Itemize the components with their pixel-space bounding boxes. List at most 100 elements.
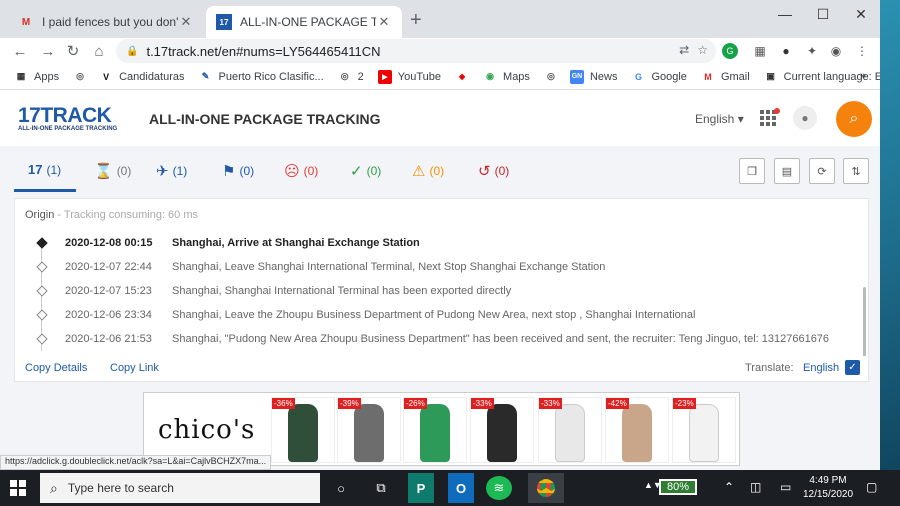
grammarly-icon[interactable]: G	[722, 43, 738, 59]
check-icon: ✓	[350, 163, 363, 180]
notifications-icon[interactable]: ▢	[866, 480, 877, 494]
active-tab-indicator	[14, 189, 76, 192]
translate-page-icon[interactable]: ⇄	[679, 43, 689, 57]
bookmark-star-icon[interactable]: ☆	[697, 43, 708, 57]
17track-logo[interactable]: 17TRACK ALL-IN-ONE PACKAGE TRACKING	[18, 104, 117, 132]
cortana-icon[interactable]: ○	[323, 473, 359, 503]
collapse-button[interactable]: ⇅	[843, 158, 869, 184]
menu-icon[interactable]: ⋮	[852, 41, 872, 61]
discount-badge: -39%	[338, 398, 361, 409]
new-tab-button[interactable]: +	[410, 9, 422, 32]
discount-badge: -33%	[471, 398, 494, 409]
translate-checkbox[interactable]: ✓	[845, 360, 860, 375]
user-icon[interactable]: ●	[793, 106, 817, 130]
event-description: Shanghai, Leave the Zhoupu Business Depa…	[172, 309, 696, 321]
webcam-icon[interactable]: ◫	[750, 480, 761, 494]
bookmark-gmail[interactable]: M Gmail	[701, 70, 749, 84]
copy-link-link[interactable]: Copy Link	[110, 362, 159, 374]
globe-icon: ◎	[547, 71, 555, 81]
home-icon[interactable]: ⌂	[89, 41, 109, 61]
discount-badge: -26%	[404, 398, 427, 409]
timeline-marker	[36, 309, 48, 321]
copy-icon: ❐	[747, 165, 757, 178]
bookmark-news[interactable]: GN News	[569, 69, 617, 84]
bookmark-puerto-rico[interactable]: ✎ Puerto Rico Clasific...	[199, 70, 324, 84]
event-description: Shanghai, Arrive at Shanghai Exchange St…	[172, 237, 420, 249]
lock-icon: 🔒	[126, 45, 139, 57]
ad-product[interactable]: -33%	[538, 397, 602, 463]
bookmark-2[interactable]: ◎ 2	[338, 70, 364, 84]
v-icon: V	[103, 71, 110, 82]
tracking-event: 2020-12-06 23:34 Shanghai, Leave the Zho…	[15, 303, 855, 327]
reload-icon[interactable]: ↻	[63, 41, 83, 61]
tracking-event: 2020-12-06 21:53 Shanghai, "Pudong New A…	[15, 327, 855, 351]
close-icon[interactable]: ✕	[842, 0, 880, 28]
browser-window: M I paid fences but you don't send ✕ 17 …	[0, 0, 880, 470]
back-icon[interactable]: ←	[10, 41, 30, 61]
tab-expired[interactable]: ↺ (0)	[478, 162, 509, 180]
track-search-button[interactable]: ⌕	[836, 101, 872, 137]
taskbar-search-input[interactable]: ⌕ Type here to search	[40, 473, 320, 503]
chrome-icon[interactable]	[528, 473, 564, 503]
tab-all[interactable]: 17 (1)	[28, 162, 61, 177]
bookmark-candidaturas[interactable]: V Candidaturas	[99, 70, 184, 84]
tab-gmail[interactable]: M I paid fences but you don't send ✕	[8, 6, 204, 38]
tab-delivered[interactable]: ✓ (0)	[350, 162, 381, 180]
battery-indicator[interactable]: 80%	[659, 479, 697, 495]
taskbar-clock[interactable]: 4:49 PM 12/15/2020	[800, 474, 856, 502]
google-icon: G	[634, 71, 642, 82]
event-time: 2020-12-08 00:15	[65, 237, 153, 249]
profile-icon[interactable]: ◉	[826, 41, 846, 61]
tab-in-transit[interactable]: ✈ (1)	[156, 162, 187, 180]
product-image	[288, 404, 318, 462]
timeline-marker	[36, 261, 48, 273]
task-view-icon[interactable]: ⧉	[363, 473, 399, 503]
bookmark-apps[interactable]: ▦ Apps	[14, 70, 59, 84]
tray-chevron-icon[interactable]: ⌃	[724, 480, 734, 494]
translate-language-selector[interactable]: English	[803, 362, 839, 374]
spotify-icon[interactable]: ≋	[486, 476, 512, 500]
windows-start-icon[interactable]	[10, 480, 26, 496]
language-selector[interactable]: English ▾	[695, 112, 744, 126]
outlook-icon[interactable]: O	[448, 473, 474, 503]
tab-title: ALL-IN-ONE PACKAGE TRACKING	[240, 15, 376, 29]
refresh-button[interactable]: ⟳	[809, 158, 835, 184]
product-image	[555, 404, 585, 462]
ad-product[interactable]: -39%	[337, 397, 401, 463]
maximize-icon[interactable]: ☐	[804, 0, 842, 28]
17-icon: 17	[28, 162, 43, 177]
tab-pick-up[interactable]: ⚑ (0)	[222, 162, 254, 180]
apps-icon: ▦	[16, 71, 26, 81]
paste-button[interactable]: ▤	[774, 158, 800, 184]
puzzle-icon[interactable]: ✦	[802, 41, 822, 61]
close-tab-icon[interactable]: ✕	[376, 14, 392, 30]
copy-button[interactable]: ❐	[739, 158, 765, 184]
card-scrollbar[interactable]	[863, 287, 866, 367]
extension-icon[interactable]: ▦	[750, 41, 770, 61]
tab-undelivered[interactable]: ☹ (0)	[284, 162, 318, 180]
bookmark-google[interactable]: G Google	[631, 70, 687, 84]
tab-17track[interactable]: 17 ALL-IN-ONE PACKAGE TRACKING ✕	[206, 6, 402, 38]
copy-details-link[interactable]: Copy Details	[25, 362, 87, 374]
ad-product[interactable]: -42%	[605, 397, 669, 463]
tab-alert[interactable]: ⚠ (0)	[412, 162, 444, 180]
minimize-icon[interactable]: —	[766, 0, 804, 28]
address-bar[interactable]: 🔒 t.17track.net/en#nums=LY564465411CN ⇄ …	[116, 39, 716, 63]
ad-product[interactable]: -26%	[403, 397, 467, 463]
bookmark-maps[interactable]: ◉ Maps	[483, 70, 530, 84]
chat-extension-icon[interactable]: ●	[776, 41, 796, 61]
pr-icon: ✎	[201, 71, 210, 81]
more-bookmarks-button[interactable]: »	[860, 70, 866, 82]
bookmark-youtube[interactable]: ▶ YouTube	[377, 69, 441, 84]
forward-icon[interactable]: →	[38, 41, 58, 61]
bookmark-globe-2[interactable]: ◎	[544, 70, 564, 84]
ad-product[interactable]: -23%	[672, 397, 736, 463]
bookmark-tag[interactable]: ◆	[455, 70, 475, 84]
publisher-icon[interactable]: P	[408, 473, 434, 503]
close-tab-icon[interactable]: ✕	[178, 14, 194, 30]
bookmark-globe[interactable]: ◎	[73, 70, 93, 84]
tab-not-found[interactable]: ⌛ (0)	[94, 162, 131, 180]
ad-product[interactable]: -36%	[271, 397, 335, 463]
network-icon[interactable]: ▭	[780, 480, 791, 494]
ad-product[interactable]: -33%	[470, 397, 534, 463]
